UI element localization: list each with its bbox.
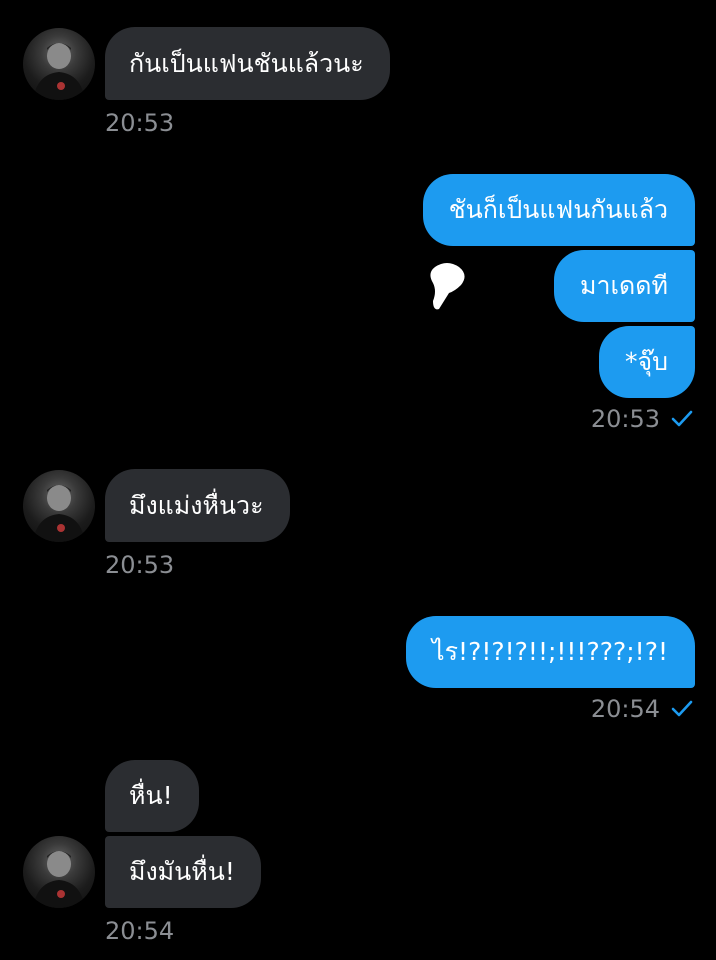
message-timestamp: 20:54 (105, 917, 175, 945)
incoming-message-bubble[interactable]: มึงมันหื่น! (105, 836, 261, 908)
scribble-overlay (430, 263, 465, 310)
message-text: ชันก็เป็นแฟนกันแล้ว (448, 195, 668, 224)
checkmark-icon (670, 409, 694, 429)
message-text: หื่น! (129, 781, 173, 810)
outgoing-message-bubble[interactable]: ไร!?!?!?!!;!!!???;!?! (406, 616, 695, 688)
timestamp-row: 20:53 (591, 405, 694, 433)
message-timestamp: 20:53 (105, 551, 175, 579)
message-text: มึงมันหื่น! (129, 857, 235, 886)
avatar-image (33, 851, 85, 908)
checkmark-icon (670, 699, 694, 719)
message-text: มาเดดที (579, 271, 668, 300)
outgoing-message-bubble[interactable]: มาเดดที (553, 250, 695, 322)
message-text: *จุ๊บ (624, 347, 668, 376)
message-timestamp: 20:53 (105, 109, 175, 137)
avatar[interactable] (23, 836, 95, 908)
outgoing-message-bubble[interactable]: *จุ๊บ (598, 326, 695, 398)
message-timestamp: 20:53 (590, 405, 660, 433)
message-text: ไร!?!?!?!!;!!!???;!?! (432, 637, 668, 666)
avatar[interactable] (23, 470, 95, 542)
avatar-image (33, 43, 85, 100)
incoming-message-bubble[interactable]: กันเป็นแฟนชันแล้วนะ (105, 27, 390, 100)
timestamp-row: 20:54 (591, 695, 694, 723)
message-text: กันเป็นแฟนชันแล้วนะ (129, 48, 364, 78)
message-timestamp: 20:54 (590, 695, 660, 723)
incoming-message-bubble[interactable]: มึงแม่งหื่นวะ (105, 469, 290, 542)
outgoing-message-bubble[interactable]: ชันก็เป็นแฟนกันแล้ว (422, 174, 695, 246)
avatar[interactable] (23, 28, 95, 100)
avatar-image (33, 485, 85, 542)
message-text: มึงแม่งหื่นวะ (129, 490, 264, 520)
incoming-message-bubble[interactable]: หื่น! (105, 760, 199, 832)
